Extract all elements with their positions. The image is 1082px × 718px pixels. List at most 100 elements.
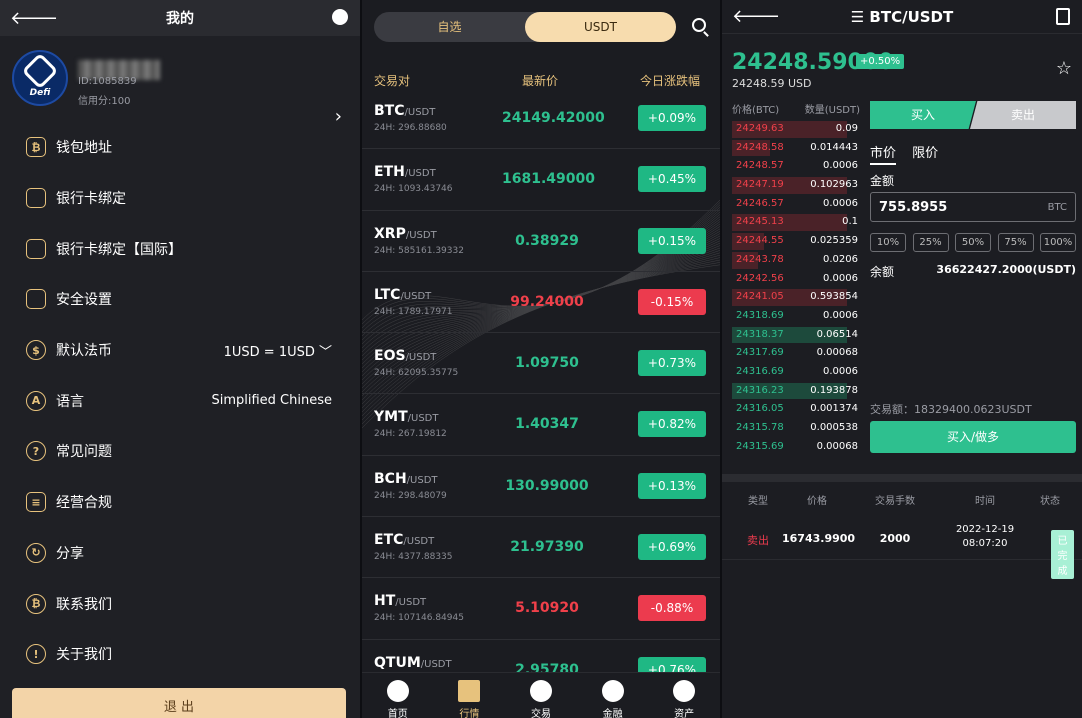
orderbook: 24249.63 0.09 24248.58 0.014443 24248.57 0.00… — [732, 120, 860, 456]
market-row[interactable]: ETH/USDT 24H: 1093.43746 1681.49000 +0.45% — [362, 149, 720, 211]
market-row[interactable]: HT/USDT 24H: 107146.84945 5.10920 -0.88% — [362, 578, 720, 640]
orderbook-row[interactable]: 24315.69 0.00068 — [732, 438, 860, 457]
ob-price: 24315.78 — [736, 422, 784, 433]
pair-price: 1.09750 — [515, 355, 579, 372]
document-icon[interactable] — [1056, 8, 1070, 25]
amount-label: 金额 — [870, 174, 895, 188]
pair-symbol: ETH/USDT — [374, 164, 436, 180]
market-row[interactable]: YMT/USDT 24H: 267.19812 1.40347 +0.82% — [362, 394, 720, 456]
menu-item[interactable]: ! 关于我们 — [0, 629, 360, 680]
orderbook-row[interactable]: 24316.05 0.001374 — [732, 400, 860, 419]
buy-long-button[interactable]: 买入/做多 — [870, 421, 1076, 453]
orderbook-row[interactable]: 24318.37 0.06514 — [732, 326, 860, 345]
tab-home[interactable]: 首页 — [362, 673, 434, 718]
info-icon: ! — [26, 644, 46, 665]
tab-limit-order[interactable]: 限价 — [912, 146, 938, 161]
tab-label: 交易 — [530, 709, 551, 718]
menu-item[interactable]: ≡ 经营合规 — [0, 477, 360, 528]
menu-item-value[interactable]: Simplified Chinese — [211, 393, 332, 408]
market-row[interactable]: LTC/USDT 24H: 1789.17971 99.24000 -0.15% — [362, 272, 720, 334]
orderbook-row[interactable]: 24315.78 0.000538 — [732, 419, 860, 438]
menu-item[interactable]: ↻ 分享 — [0, 528, 360, 579]
orderbook-row[interactable]: 24318.69 0.0006 — [732, 307, 860, 326]
col-status: 状态 — [1040, 496, 1060, 507]
amount-value: 755.8955 — [879, 200, 948, 215]
orderbook-row[interactable]: 24243.78 0.0206 — [732, 251, 860, 270]
percent-button[interactable]: 100% — [1040, 233, 1076, 252]
menu-item[interactable]: ₿ 钱包地址 — [0, 122, 360, 173]
orderbook-row[interactable]: 24241.05 0.593854 — [732, 288, 860, 307]
ob-qty: 0.0006 — [823, 160, 858, 172]
pair-symbol: QTUM/USDT — [374, 655, 452, 671]
tab-trade[interactable]: 交易 — [505, 673, 577, 718]
tab-market-order[interactable]: 市价 — [870, 146, 897, 165]
logout-button[interactable]: 退 出 — [12, 688, 346, 718]
percent-buttons: 10% 25% 50% 75% 100% — [870, 233, 1076, 252]
orderbook-row[interactable]: 24248.58 0.014443 — [732, 139, 860, 158]
defi-logo-icon — [21, 52, 59, 90]
tab-assets-pie[interactable]: 资产 — [648, 673, 720, 718]
sell-tab[interactable]: 卖出 — [970, 101, 1076, 129]
pair-volume: 24H: 1789.17971 — [374, 306, 453, 317]
orderbook-row[interactable]: 24248.57 0.0006 — [732, 157, 860, 176]
orderbook-row[interactable]: 24245.13 0.1 — [732, 213, 860, 232]
menu-item[interactable]: 银行卡绑定【国际】 — [0, 223, 360, 274]
orderbook-row[interactable]: 24249.63 0.09 — [732, 120, 860, 139]
orderbook-row[interactable]: 24247.19 0.102963 — [732, 176, 860, 195]
percent-button[interactable]: 10% — [870, 233, 906, 252]
orderbook-row[interactable]: 24244.55 0.025359 — [732, 232, 860, 251]
header-pair: 交易对 — [374, 74, 411, 88]
back-arrow-icon[interactable]: 🡐 — [732, 6, 780, 27]
orderbook-header: 价格(BTC) 数量(USDT) — [732, 101, 860, 116]
percent-button[interactable]: 75% — [997, 233, 1034, 252]
menu-item[interactable]: ₿ 联系我们 — [0, 578, 360, 629]
pair-quote: /USDT — [407, 413, 439, 425]
market-tabs: 自选 USDT — [374, 12, 676, 42]
ob-price: 24249.63 — [736, 123, 784, 134]
menu-item-value[interactable]: 1USD = 1USD ﹀ — [224, 341, 332, 360]
market-row[interactable]: ETC/USDT 24H: 4377.88335 21.97390 +0.69% — [362, 517, 720, 579]
amount-input[interactable]: 755.8955 BTC — [870, 192, 1076, 222]
history-type: 卖出 — [747, 534, 769, 547]
tab-favorites[interactable]: 自选 — [374, 12, 525, 42]
user-profile-card[interactable]: Defi › — [0, 36, 360, 127]
market-row[interactable]: XRP/USDT 24H: 585161.39332 0.38929 +0.15% — [362, 211, 720, 272]
orderbook-row[interactable]: 24242.56 0.0006 — [732, 270, 860, 289]
pair-title[interactable]: ☰ BTC/USDT — [851, 8, 954, 26]
search-icon[interactable] — [692, 18, 706, 32]
menu-item[interactable]: 银行卡绑定 — [0, 173, 360, 224]
menu-item[interactable]: 安全设置 — [0, 274, 360, 325]
pair-price: 1681.49000 — [502, 171, 595, 188]
pair-quote: /USDT — [404, 107, 436, 118]
market-chart-icon — [458, 680, 481, 702]
tab-finance[interactable]: 金融 — [577, 673, 649, 718]
menu-item-label: 常见问题 — [56, 444, 112, 461]
message-icon[interactable] — [332, 9, 348, 25]
ob-price: 24316.05 — [736, 403, 784, 415]
bottom-tab-bar: 首页 行情 交易 金融 资产 — [362, 672, 720, 718]
pair-base: YMT — [374, 409, 408, 426]
history-row[interactable]: 卖出 16743.9900 2000 2022-12-19 08:07:20 已… — [722, 522, 1082, 579]
percent-button[interactable]: 25% — [912, 233, 949, 252]
pair-volume: 24H: 1093.43746 — [374, 184, 453, 195]
orderbook-row[interactable]: 24246.57 0.0006 — [732, 195, 860, 214]
back-arrow-icon[interactable]: 🡐 — [10, 8, 58, 29]
ob-qty: 0.0006 — [823, 365, 858, 377]
market-row[interactable]: BTC/USDT 24H: 296.88680 24149.42000 +0.09% — [362, 88, 720, 150]
market-row[interactable]: BCH/USDT 24H: 298.48079 130.99000 +0.13% — [362, 456, 720, 518]
language-icon: A — [26, 390, 46, 411]
ob-qty: 0.025359 — [810, 235, 858, 247]
orderbook-row[interactable]: 24317.69 0.00068 — [732, 344, 860, 363]
menu-item[interactable]: A 语言 Simplified Chinese — [0, 375, 360, 426]
market-row[interactable]: EOS/USDT 24H: 62095.35775 1.09750 +0.73% — [362, 333, 720, 395]
percent-button[interactable]: 50% — [955, 233, 991, 252]
buy-tab[interactable]: 买入 — [870, 101, 976, 129]
menu-item[interactable]: $ 默认法币 1USD = 1USD ﹀ — [0, 325, 360, 376]
orderbook-row[interactable]: 24316.69 0.0006 — [732, 363, 860, 382]
tab-market-chart[interactable]: 行情 — [434, 673, 506, 718]
menu-item[interactable]: ? 常见问题 — [0, 426, 360, 477]
star-favorite-icon[interactable]: ☆ — [1056, 58, 1072, 79]
orderbook-row[interactable]: 24316.23 0.193878 — [732, 382, 860, 401]
tab-usdt[interactable]: USDT — [525, 12, 676, 42]
ob-qty: 0.0206 — [823, 253, 858, 265]
